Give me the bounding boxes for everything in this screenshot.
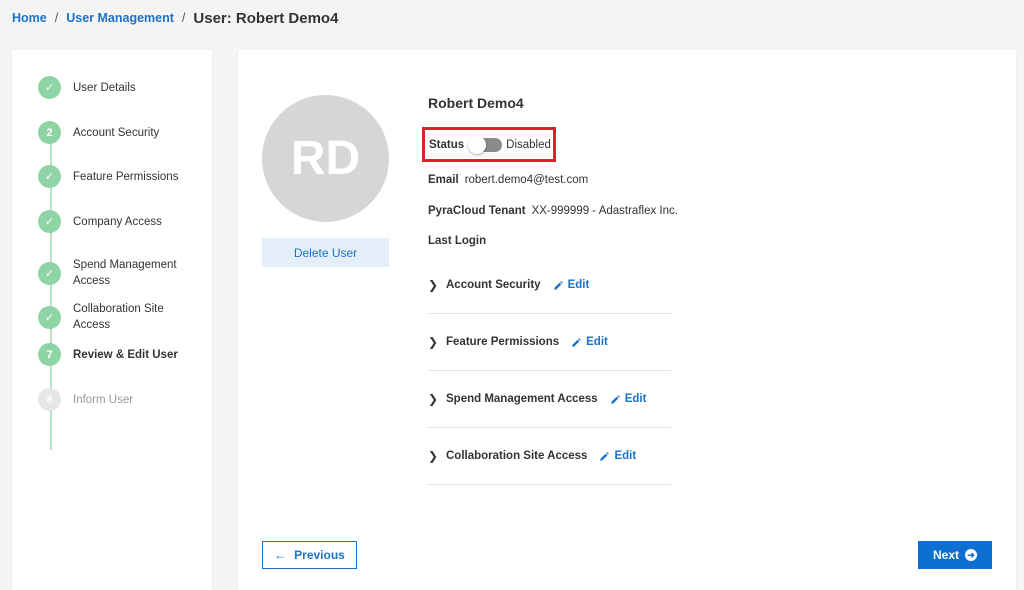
status-value: Disabled [506, 138, 551, 151]
stepper-sidebar: ✓ User Details 2 Account Security ✓ Feat… [12, 50, 212, 590]
step-spend-management-access[interactable]: ✓ Spend Management Access [38, 257, 193, 289]
step-number: 7 [38, 343, 61, 366]
previous-label: Previous [294, 548, 345, 562]
status-label: Status [429, 138, 465, 151]
step-collaboration-site-access[interactable]: ✓ Collaboration Site Access [38, 301, 193, 333]
step-number: 2 [38, 121, 61, 144]
step-number: 8 [38, 388, 61, 411]
check-icon: ✓ [38, 261, 61, 285]
email-value: robert.demo4@test.com [464, 174, 589, 186]
step-label: Review & Edit User [73, 348, 178, 361]
breadcrumb-separator: / [181, 11, 186, 25]
breadcrumb: Home / User Management / User: Robert De… [12, 8, 338, 28]
pencil-icon [553, 280, 563, 290]
chevron-right-icon[interactable]: ❯ [428, 392, 440, 406]
section-collaboration-site-access: ❯ Collaboration Site Access Edit [428, 428, 671, 485]
user-name: Robert Demo4 [428, 95, 524, 111]
pencil-icon [572, 337, 581, 347]
chevron-right-icon[interactable]: ❯ [428, 278, 440, 292]
step-account-security[interactable]: 2 Account Security [38, 121, 193, 144]
step-label: Feature Permissions [73, 170, 179, 183]
breadcrumb-separator: / [54, 11, 59, 25]
edit-spend-management-link[interactable]: Edit [610, 393, 647, 405]
section-title[interactable]: Account Security [446, 279, 541, 291]
arrow-right-circle-icon: ➜ [965, 549, 977, 561]
next-label: Next [932, 548, 959, 562]
edit-account-security-link[interactable]: Edit [553, 279, 590, 291]
step-feature-permissions[interactable]: ✓ Feature Permissions [38, 165, 193, 188]
status-toggle[interactable] [468, 135, 503, 154]
step-label: Account Security [73, 126, 160, 139]
step-company-access[interactable]: ✓ Company Access [38, 210, 193, 233]
section-title[interactable]: Collaboration Site Access [446, 450, 587, 462]
tenant-row: PyraCloud Tenant XX-999999 - Adastraflex… [428, 205, 678, 217]
avatar: RD [262, 95, 389, 222]
last-login-label: Last Login [428, 235, 487, 247]
step-label: Inform User [73, 393, 134, 406]
main-panel: RD Delete User Robert Demo4 Status Disab… [238, 50, 1016, 590]
step-label: Collaboration Site Access [73, 303, 164, 331]
last-login-row: Last Login [428, 235, 486, 247]
check-icon: ✓ [38, 210, 61, 233]
step-review-edit-user[interactable]: 7 Review & Edit User [38, 343, 193, 366]
breadcrumb-user-management-link[interactable]: User Management [66, 11, 174, 25]
step-inform-user: 8 Inform User [38, 388, 193, 411]
edit-label: Edit [567, 279, 590, 291]
check-icon: ✓ [38, 76, 61, 99]
email-label: Email [428, 174, 459, 186]
page-title: User: Robert Demo4 [193, 9, 339, 27]
previous-button[interactable]: ← Previous [262, 541, 357, 569]
section-account-security: ❯ Account Security Edit [428, 257, 671, 314]
edit-label: Edit [586, 336, 608, 348]
email-row: Email robert.demo4@test.com [428, 174, 588, 186]
toggle-knob [468, 135, 487, 154]
edit-label: Edit [624, 393, 647, 405]
step-user-details[interactable]: ✓ User Details [38, 76, 193, 99]
edit-feature-permissions-link[interactable]: Edit [571, 336, 608, 348]
pencil-icon [600, 451, 610, 461]
delete-user-button[interactable]: Delete User [262, 238, 389, 267]
tenant-label: PyraCloud Tenant [428, 205, 526, 217]
status-highlight: Status Disabled [422, 127, 556, 162]
chevron-right-icon[interactable]: ❯ [428, 449, 440, 463]
chevron-right-icon[interactable]: ❯ [428, 335, 440, 349]
section-feature-permissions: ❯ Feature Permissions Edit [428, 314, 671, 371]
step-label: User Details [73, 81, 136, 94]
section-title[interactable]: Feature Permissions [446, 336, 559, 348]
arrow-left-icon: ← [274, 548, 287, 562]
check-icon: ✓ [38, 165, 61, 188]
next-button[interactable]: Next ➜ [918, 541, 992, 569]
edit-collaboration-site-link[interactable]: Edit [599, 450, 636, 462]
pencil-icon [611, 394, 620, 404]
tenant-value: XX-999999 - Adastraflex Inc. [531, 205, 678, 217]
section-title[interactable]: Spend Management Access [446, 393, 598, 405]
breadcrumb-home-link[interactable]: Home [12, 11, 47, 25]
check-icon: ✓ [38, 305, 61, 329]
section-spend-management-access: ❯ Spend Management Access Edit [428, 371, 671, 428]
edit-label: Edit [614, 450, 637, 462]
step-label: Spend Management Access [73, 259, 177, 287]
step-label: Company Access [73, 215, 162, 228]
